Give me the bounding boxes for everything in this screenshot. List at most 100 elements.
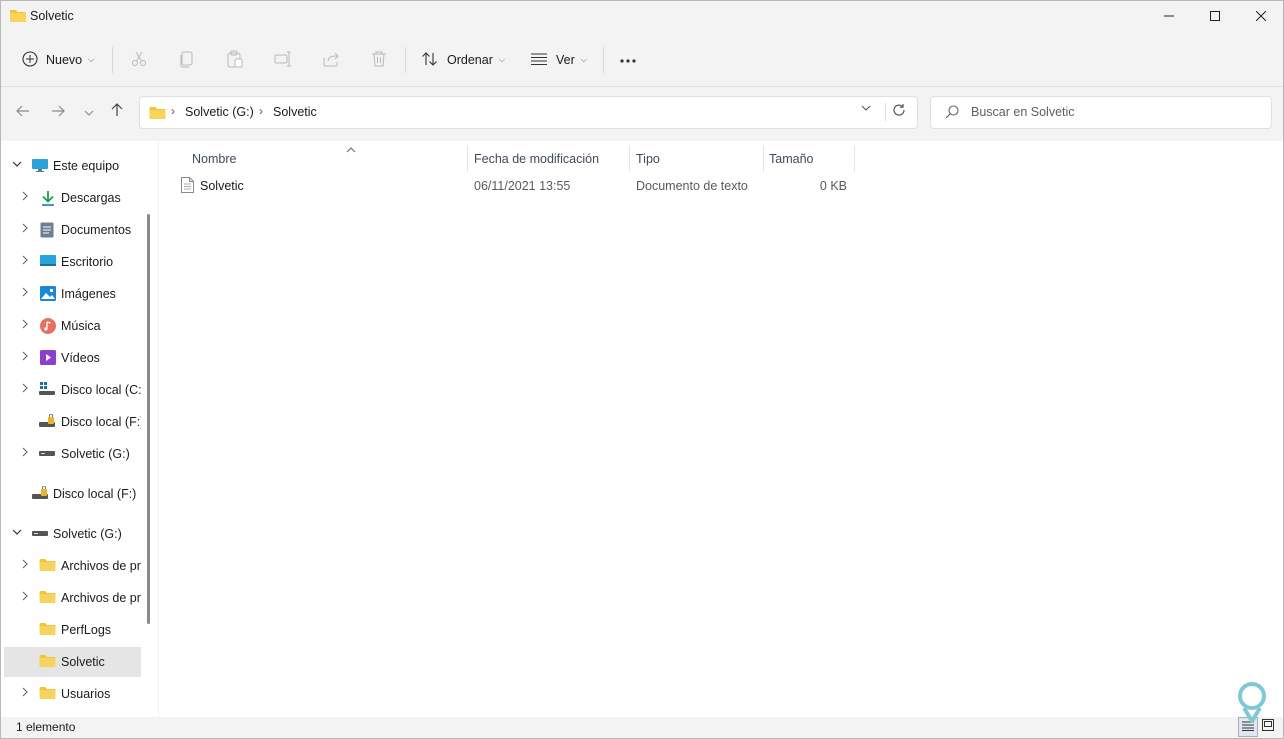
window-title: Solvetic	[30, 9, 74, 23]
nav-item-label: Disco local (F:)	[61, 415, 141, 429]
nav-item-descargas[interactable]: Descargas	[1, 183, 141, 213]
nav-item-solvetic-g-root[interactable]: Solvetic (G:)	[1, 519, 141, 549]
chevron-right-icon[interactable]	[20, 319, 30, 332]
column-header-size[interactable]: Tamaño	[764, 146, 854, 172]
refresh-icon[interactable]	[892, 103, 906, 121]
search-box[interactable]: Buscar en Solvetic	[930, 96, 1272, 129]
nav-item-escritorio[interactable]: Escritorio	[1, 247, 141, 277]
nav-item-perflogs[interactable]: PerfLogs	[1, 615, 141, 645]
nav-item-label: Vídeos	[61, 351, 100, 365]
locked-drive-icon	[39, 413, 55, 431]
nav-item-label: Disco local (F:)	[53, 487, 137, 501]
trash-icon	[370, 50, 388, 71]
toolbar-divider	[112, 47, 113, 73]
text-file-icon	[181, 177, 194, 196]
breadcrumb-chevron-icon: ›	[259, 104, 263, 118]
rename-button[interactable]	[274, 45, 292, 75]
view-button[interactable]: Ver ⌵	[530, 45, 587, 75]
chevron-right-icon[interactable]	[20, 687, 30, 700]
chevron-right-icon[interactable]	[20, 351, 30, 364]
delete-button[interactable]	[370, 45, 388, 75]
folder-icon	[39, 558, 56, 575]
more-dots-icon	[619, 53, 637, 67]
share-button[interactable]	[322, 45, 340, 75]
navigation-pane: Este equipo Descargas Documentos Escrito…	[1, 141, 158, 717]
nav-item-disco-f-root[interactable]: Disco local (F:)	[1, 479, 141, 509]
nav-item-musica[interactable]: Música	[1, 311, 141, 341]
file-row[interactable]: Solvetic 06/11/2021 13:55 Documento de t…	[179, 175, 855, 197]
new-button[interactable]: Nuevo ⌵	[22, 45, 94, 75]
nav-item-solvetic[interactable]: Solvetic	[4, 647, 141, 677]
drive-icon	[32, 526, 48, 543]
chevron-down-icon: ⌵	[498, 55, 505, 64]
chevron-right-icon[interactable]	[20, 255, 30, 268]
more-options-button[interactable]	[619, 45, 637, 75]
nav-item-archivos-programa[interactable]: Archivos de pro	[1, 551, 141, 581]
new-button-label: Nuevo	[46, 53, 83, 67]
videos-icon	[40, 350, 56, 368]
nav-item-videos[interactable]: Vídeos	[1, 343, 141, 373]
nav-item-imagenes[interactable]: Imágenes	[1, 279, 141, 309]
nav-item-label: Imágenes	[61, 287, 116, 301]
nav-item-label: Escritorio	[61, 255, 114, 269]
folder-icon	[149, 106, 166, 123]
nav-item-usuarios[interactable]: Usuarios	[1, 679, 141, 709]
address-bar[interactable]: › Solvetic (G:) › Solvetic	[139, 96, 918, 129]
nav-item-label: Solvetic (G:)	[61, 447, 130, 461]
column-divider[interactable]	[854, 146, 855, 172]
paste-button[interactable]	[226, 45, 244, 75]
column-header-name[interactable]: Nombre	[185, 146, 467, 172]
chevron-right-icon[interactable]	[20, 383, 30, 396]
nav-item-label: Solvetic	[61, 655, 105, 669]
chevron-right-icon[interactable]	[20, 223, 30, 236]
minimize-button[interactable]	[1146, 1, 1192, 31]
chevron-right-icon[interactable]	[20, 559, 30, 572]
chevron-down-icon	[84, 104, 94, 121]
share-icon	[322, 50, 340, 71]
nav-item-documentos[interactable]: Documentos	[1, 215, 141, 245]
chevron-right-icon[interactable]	[20, 191, 30, 204]
nav-item-disco-c[interactable]: Disco local (C:	[1, 375, 141, 405]
copy-button[interactable]	[178, 45, 196, 75]
chevron-right-icon[interactable]	[20, 447, 30, 460]
navigation-scrollbar[interactable]	[147, 214, 150, 624]
close-button[interactable]	[1238, 1, 1283, 31]
folder-icon	[39, 590, 56, 607]
paste-icon	[226, 50, 244, 71]
nav-item-archivos-programa-x86[interactable]: Archivos de pro	[1, 583, 141, 613]
arrow-right-icon	[51, 104, 65, 121]
nav-item-solvetic-g[interactable]: Solvetic (G:)	[1, 439, 141, 469]
music-icon	[40, 318, 56, 337]
maximize-button[interactable]	[1192, 1, 1238, 31]
breadcrumb-folder[interactable]: Solvetic	[273, 105, 317, 119]
chevron-right-icon[interactable]	[20, 591, 30, 604]
up-button[interactable]	[107, 101, 127, 123]
cut-button[interactable]	[130, 45, 148, 75]
recent-locations-button[interactable]	[79, 101, 99, 123]
pictures-icon	[40, 286, 56, 304]
sort-button[interactable]: Ordenar ⌵	[421, 45, 505, 75]
toolbar-divider	[405, 47, 406, 73]
column-header-type[interactable]: Tipo	[630, 146, 763, 172]
file-type: Documento de texto	[636, 179, 748, 193]
windows-drive-icon	[39, 382, 55, 399]
plus-circle-icon	[22, 50, 38, 70]
address-dropdown-icon[interactable]	[861, 104, 871, 115]
chevron-down-icon[interactable]	[12, 159, 22, 172]
breadcrumb-chevron-icon: ›	[171, 104, 175, 118]
drive-icon	[39, 446, 55, 463]
chevron-down-icon[interactable]	[12, 527, 22, 540]
nav-item-label: Usuarios	[61, 687, 111, 701]
back-button[interactable]	[13, 101, 33, 123]
nav-item-disco-f[interactable]: Disco local (F:)	[1, 407, 141, 437]
breadcrumb-drive[interactable]: Solvetic (G:)	[185, 105, 254, 119]
search-placeholder: Buscar en Solvetic	[971, 105, 1075, 119]
forward-button[interactable]	[48, 101, 68, 123]
column-header-modified[interactable]: Fecha de modificación	[468, 146, 629, 172]
nav-item-este-equipo[interactable]: Este equipo	[1, 151, 141, 181]
desktop-icon	[40, 254, 56, 271]
chevron-down-icon: ⌵	[88, 55, 95, 64]
chevron-right-icon[interactable]	[20, 287, 30, 300]
arrow-up-icon	[111, 103, 123, 121]
arrow-left-icon	[16, 104, 30, 121]
